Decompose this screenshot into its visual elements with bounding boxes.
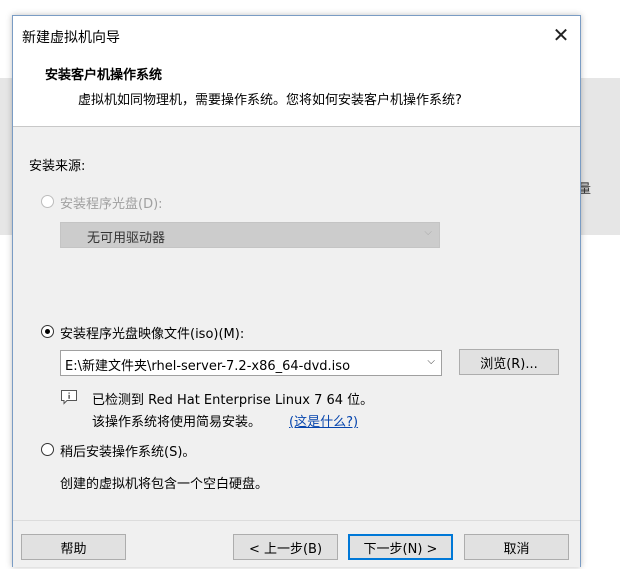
blank-disk-description: 创建的虚拟机将包含一个空白硬盘。 (60, 477, 269, 492)
what-is-this-link[interactable]: (这是什么?) (289, 411, 358, 430)
install-later-label: 稍后安装操作系统(S)。 (60, 445, 196, 460)
install-source-label: 安装来源: (29, 159, 86, 174)
wizard-header: 安装客户机操作系统 虚拟机如同物理机，需要操作系统。您将如何安装客户机操作系统? (13, 54, 580, 127)
drive-select[interactable]: 无可用驱动器 ⌵ (60, 222, 440, 248)
disc-radio[interactable] (41, 195, 54, 208)
iso-path-combo[interactable]: E:\新建文件夹\rhel-server-7.2-x86_64-dvd.iso … (60, 350, 442, 376)
close-button[interactable]: ✕ (542, 16, 580, 54)
browse-button[interactable]: 浏览(R)... (459, 349, 559, 375)
title-bar[interactable]: 新建虚拟机向导 ✕ (13, 16, 580, 54)
back-button[interactable]: < 上一步(B) (233, 534, 338, 560)
iso-radio[interactable] (41, 325, 54, 338)
page-title: 安装客户机操作系统 (45, 68, 163, 83)
iso-path-value: E:\新建文件夹\rhel-server-7.2-x86_64-dvd.iso (65, 359, 351, 374)
help-button[interactable]: 帮助 (21, 534, 126, 560)
chevron-down-icon[interactable]: ⌵ (427, 356, 435, 367)
next-button[interactable]: 下一步(N) > (348, 534, 453, 560)
window-title: 新建虚拟机向导 (22, 30, 120, 46)
cancel-button[interactable]: 取消 (464, 534, 569, 560)
disc-radio-label: 安装程序光盘(D): (60, 197, 163, 212)
wizard-body: 安装来源: 安装程序光盘(D): 无可用驱动器 ⌵ 安装程序光盘映像文件(iso… (13, 127, 580, 520)
chevron-down-icon: ⌵ (424, 227, 432, 238)
iso-radio-label: 安装程序光盘映像文件(iso)(M): (60, 327, 245, 342)
info-icon (61, 390, 77, 405)
new-vm-wizard-dialog: 新建虚拟机向导 ✕ 安装客户机操作系统 虚拟机如同物理机，需要操作系统。您将如何… (12, 15, 581, 567)
drive-select-value: 无可用驱动器 (87, 231, 166, 246)
detected-os-text: 已检测到 Red Hat Enterprise Linux 7 64 位。 (92, 393, 374, 408)
close-icon: ✕ (552, 23, 570, 47)
page-subtitle: 虚拟机如同物理机，需要操作系统。您将如何安装客户机操作系统? (78, 93, 462, 108)
wizard-footer: 帮助 < 上一步(B) 下一步(N) > 取消 (13, 520, 580, 567)
install-later-radio[interactable] (41, 443, 54, 456)
easy-install-text: 该操作系统将使用简易安装。 (92, 415, 262, 430)
